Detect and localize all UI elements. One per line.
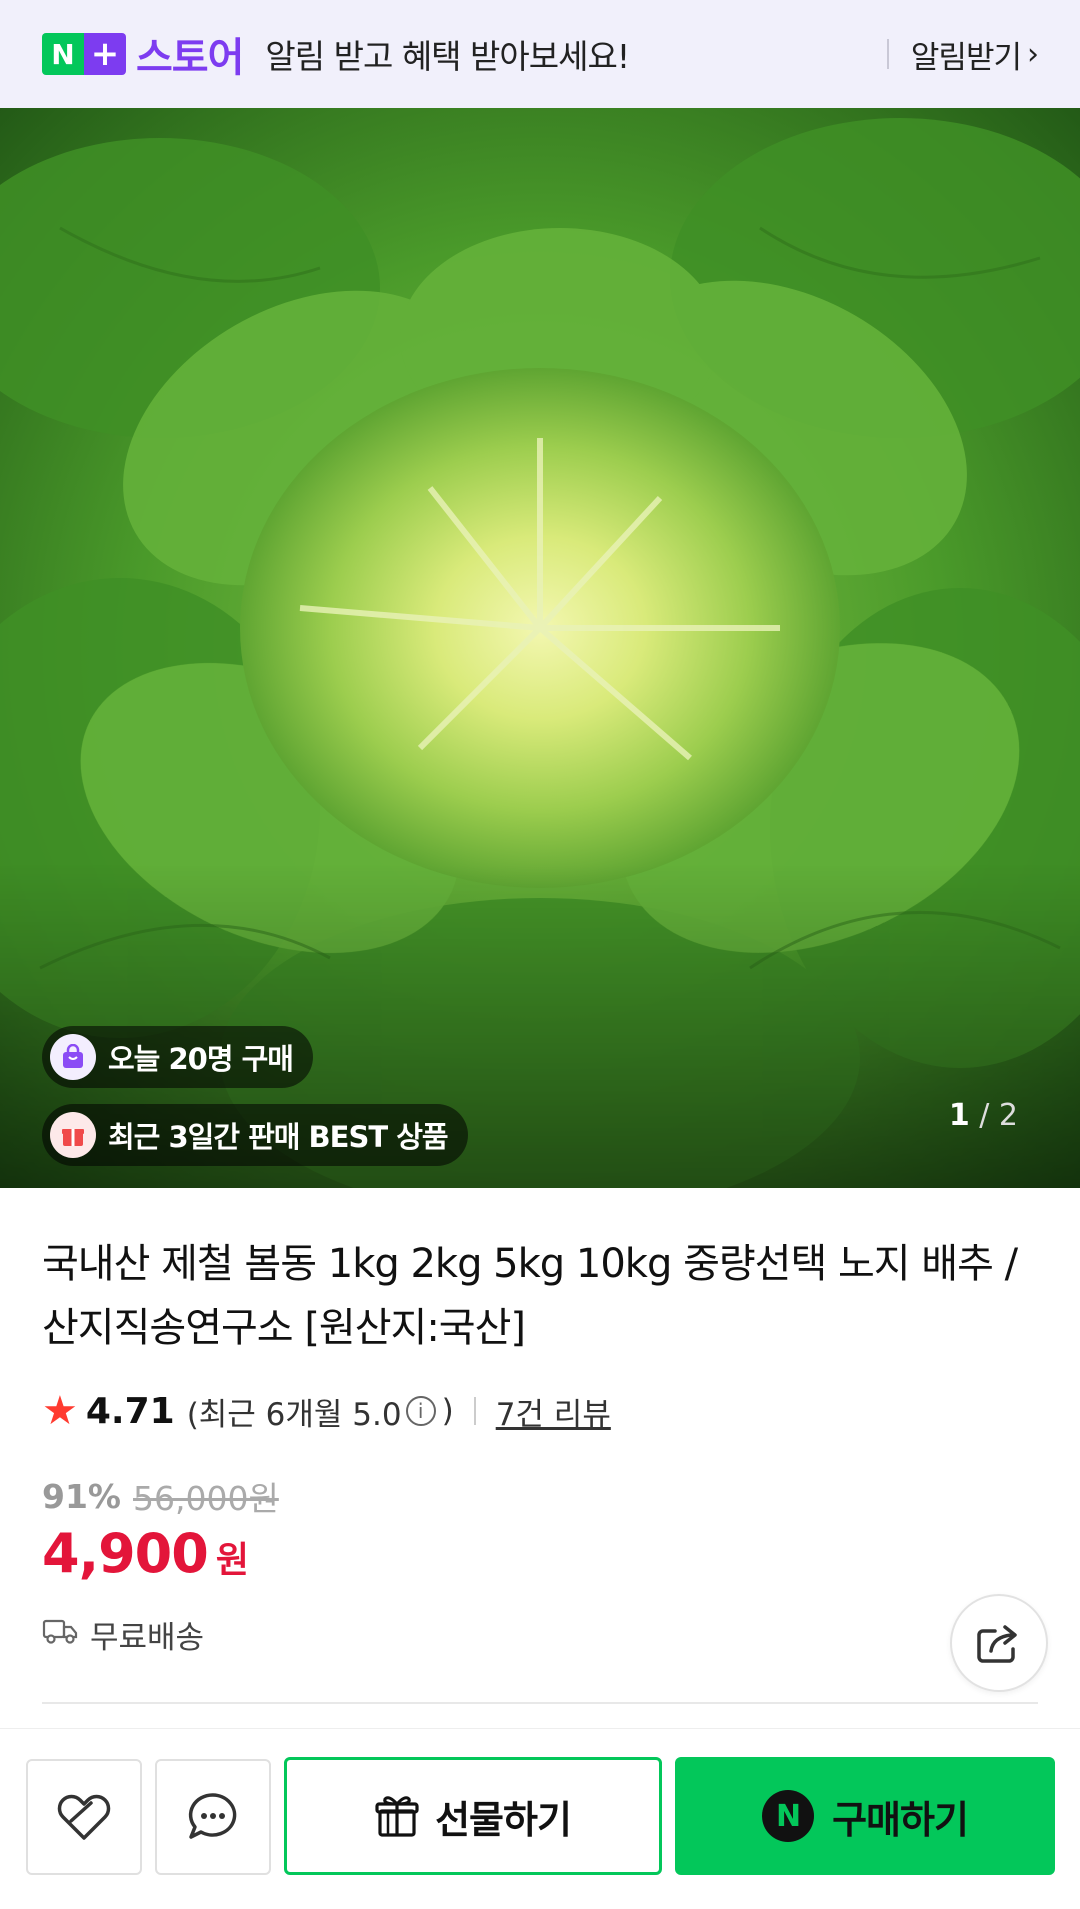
best-seller-badge: 최근 3일간 판매 BEST 상품 bbox=[42, 1104, 468, 1166]
product-image-carousel[interactable]: 오늘 20명 구매 최근 3일간 판매 BEST 상품 1 / 2 bbox=[0, 108, 1080, 1188]
today-purchase-badge: 오늘 20명 구매 bbox=[42, 1026, 313, 1088]
original-price: 56,000원 bbox=[133, 1479, 279, 1518]
naver-plus-store-logo: N + 스토어 bbox=[42, 25, 244, 83]
banner-divider bbox=[886, 39, 889, 69]
notification-banner[interactable]: N + 스토어 알림 받고 혜택 받아보세요! 알림받기 › bbox=[0, 0, 1080, 108]
star-icon: ★ bbox=[42, 1388, 78, 1434]
discount-row: 91% 56,000원 bbox=[42, 1472, 279, 1520]
page-current: 1 bbox=[948, 1098, 970, 1133]
shopping-bag-icon bbox=[50, 1034, 96, 1080]
page-separator: / bbox=[979, 1098, 990, 1133]
wishlist-button[interactable] bbox=[26, 1759, 142, 1875]
gift-button-label: 선물하기 bbox=[435, 1797, 572, 1842]
share-icon bbox=[977, 1625, 1017, 1663]
chevron-right-icon: › bbox=[1027, 36, 1039, 72]
rating-value: 4.71 bbox=[85, 1390, 175, 1432]
bottom-action-bar: 선물하기 N 구매하기 bbox=[0, 1728, 1080, 1909]
info-icon[interactable]: i bbox=[405, 1396, 436, 1426]
subscribe-alert-link[interactable]: 알림받기 › bbox=[910, 32, 1039, 77]
discount-rate: 91% bbox=[42, 1476, 121, 1516]
npay-icon: N bbox=[762, 1790, 815, 1842]
best-seller-text: 최근 3일간 판매 BEST 상품 bbox=[108, 1120, 449, 1154]
chat-bubble-icon bbox=[188, 1793, 237, 1839]
price-value: 4,900 bbox=[42, 1522, 209, 1585]
sale-price: 4,900 원 bbox=[42, 1522, 249, 1585]
heart-icon bbox=[57, 1794, 111, 1840]
share-button[interactable] bbox=[950, 1594, 1048, 1692]
page-total: 2 bbox=[998, 1098, 1018, 1133]
truck-icon bbox=[42, 1617, 78, 1653]
image-page-indicator: 1 / 2 bbox=[949, 1098, 1018, 1133]
review-count-link[interactable]: 7건 리뷰 bbox=[496, 1389, 611, 1434]
rating-row: ★ 4.71 (최근 6개월 5.0 i ) 7건 리뷰 bbox=[42, 1388, 611, 1434]
buy-now-button[interactable]: N 구매하기 bbox=[675, 1757, 1055, 1875]
recent-rating-suffix: ) bbox=[441, 1393, 454, 1429]
price-currency: 원 bbox=[215, 1540, 249, 1581]
logo-n: N bbox=[42, 33, 84, 75]
section-divider bbox=[42, 1702, 1038, 1704]
product-title: 국내산 제철 봄동 1kg 2kg 5kg 10kg 중량선택 노지 배추 / … bbox=[42, 1241, 1018, 1351]
recent-rating-prefix: (최근 6개월 5.0 bbox=[186, 1396, 402, 1433]
gift-icon bbox=[375, 1796, 419, 1837]
gift-box-icon bbox=[50, 1112, 96, 1158]
today-purchase-text: 오늘 20명 구매 bbox=[108, 1042, 294, 1076]
gift-button[interactable]: 선물하기 bbox=[284, 1757, 662, 1875]
subscribe-alert-label: 알림받기 bbox=[910, 39, 1022, 76]
buy-button-label: 구매하기 bbox=[832, 1797, 969, 1842]
shipping-info: 무료배송 bbox=[42, 1612, 204, 1657]
logo-text: 스토어 bbox=[136, 35, 244, 81]
shipping-text: 무료배송 bbox=[90, 1620, 205, 1656]
talk-button[interactable] bbox=[155, 1759, 271, 1875]
logo-badge: N + bbox=[42, 33, 126, 75]
banner-message: 알림 받고 혜택 받아보세요! bbox=[265, 37, 630, 76]
logo-plus: + bbox=[84, 33, 126, 75]
rating-divider bbox=[473, 1397, 476, 1425]
